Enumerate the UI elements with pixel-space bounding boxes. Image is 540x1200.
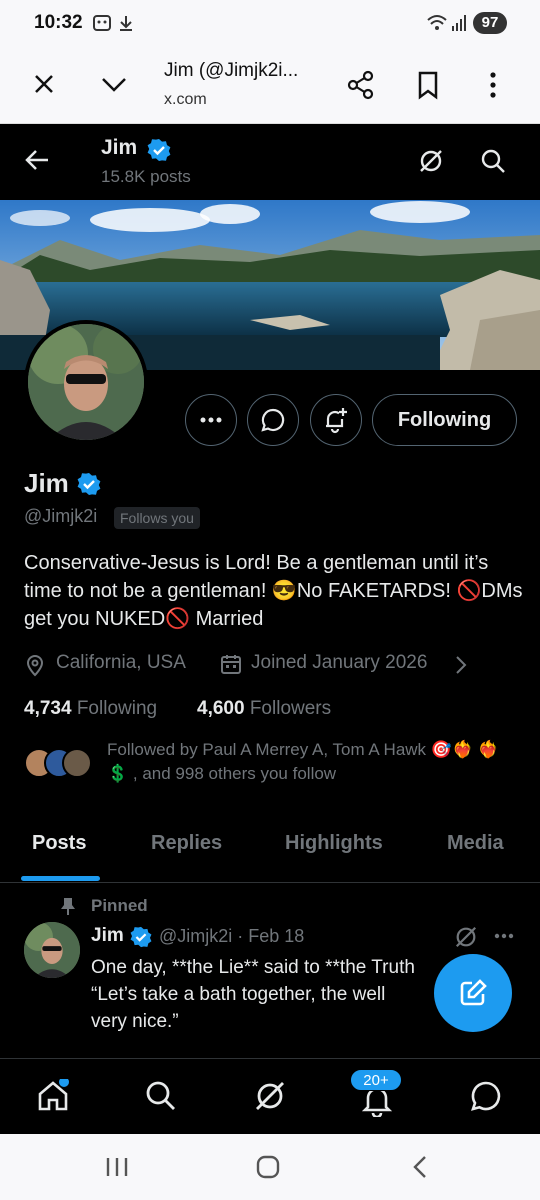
tab-replies[interactable]: Replies xyxy=(151,832,222,855)
notifications-toggle-button[interactable] xyxy=(310,394,362,446)
tab-highlights[interactable]: Highlights xyxy=(285,832,383,855)
following-count: 4,734 xyxy=(24,698,72,719)
compose-icon xyxy=(460,979,487,1006)
follows-you-badge: Follows you xyxy=(114,507,200,529)
more-options-button[interactable] xyxy=(185,394,237,446)
page-url[interactable]: x.com xyxy=(164,91,207,109)
screenshot-icon xyxy=(92,14,112,32)
followers-count: 4,600 xyxy=(197,698,245,719)
notification-count-badge: 20+ xyxy=(350,1069,402,1091)
header-name: Jim xyxy=(101,136,138,159)
follower-avatar xyxy=(62,748,92,778)
verified-badge-icon xyxy=(147,138,171,162)
grok-nav-icon[interactable] xyxy=(253,1079,287,1113)
close-icon[interactable] xyxy=(32,72,56,96)
following-count-link[interactable]: 4,734 Following xyxy=(24,698,157,720)
profile-header: Jim 15.8K posts xyxy=(0,124,540,200)
message-button[interactable] xyxy=(247,394,299,446)
bell-plus-icon xyxy=(326,408,347,434)
followers-count-link[interactable]: 4,600 Followers xyxy=(197,698,331,720)
active-tab-indicator xyxy=(21,876,100,881)
following-button[interactable]: Following xyxy=(372,394,517,446)
tab-posts[interactable]: Posts xyxy=(32,832,86,855)
pin-icon xyxy=(60,896,76,916)
search-icon[interactable] xyxy=(480,148,506,174)
share-icon[interactable] xyxy=(346,70,376,100)
location-pin-icon xyxy=(24,653,46,677)
back-arrow-icon[interactable] xyxy=(24,148,50,172)
page-title: Jim (@Jimjk2i... xyxy=(164,60,299,81)
status-bar: 10:32 97 xyxy=(0,0,540,46)
profile-handle: @Jimjk2i xyxy=(24,506,98,526)
grok-icon[interactable] xyxy=(418,148,444,174)
chat-bubble-icon xyxy=(261,408,285,432)
following-label: Following xyxy=(76,698,158,719)
post-author-avatar[interactable] xyxy=(24,922,80,978)
home-icon[interactable] xyxy=(36,1079,70,1113)
system-navigation-bar xyxy=(0,1134,540,1200)
post-author-name[interactable]: Jim xyxy=(91,925,124,947)
recent-apps-icon[interactable] xyxy=(104,1156,130,1178)
grok-icon[interactable] xyxy=(454,925,478,949)
post-text[interactable]: One day, **the Lie** said to **the Truth… xyxy=(91,954,481,1035)
followers-label: Followers xyxy=(249,698,332,719)
bookmark-icon[interactable] xyxy=(416,70,440,100)
verified-badge-icon xyxy=(130,926,152,948)
messages-icon[interactable] xyxy=(469,1079,503,1113)
header-post-count: 15.8K posts xyxy=(101,167,191,186)
back-button-icon[interactable] xyxy=(412,1155,428,1179)
signal-icon xyxy=(450,14,468,32)
status-time: 10:32 xyxy=(34,12,83,33)
compose-post-button[interactable] xyxy=(434,954,512,1032)
browser-toolbar: Jim (@Jimjk2i... x.com xyxy=(0,46,540,124)
calendar-icon xyxy=(220,653,242,675)
profile-location: California, USA xyxy=(56,652,186,673)
followed-by-text[interactable]: Followed by Paul A Merrey A, Tom A Hawk … xyxy=(107,738,517,786)
more-vert-icon[interactable] xyxy=(488,70,498,100)
post-meta: @Jimjk2i · Feb 18 xyxy=(159,926,305,946)
profile-name: Jim xyxy=(24,468,69,498)
battery-indicator: 97 xyxy=(473,12,507,34)
profile-avatar[interactable] xyxy=(24,320,148,444)
explore-search-icon[interactable] xyxy=(144,1079,176,1111)
profile-bio: Conservative-Jesus is Lord! Be a gentlem… xyxy=(24,552,523,630)
bottom-navigation: 20+ xyxy=(0,1058,540,1134)
home-button-icon[interactable] xyxy=(256,1155,280,1179)
verified-badge-icon xyxy=(77,472,101,496)
chevron-right-icon[interactable] xyxy=(455,655,467,675)
tab-media[interactable]: Media xyxy=(447,832,504,855)
post-more-icon[interactable] xyxy=(494,933,514,939)
tab-divider xyxy=(0,882,540,883)
download-icon xyxy=(118,14,134,32)
wifi-icon xyxy=(426,14,448,32)
chevron-down-icon[interactable] xyxy=(100,74,128,94)
pinned-label: Pinned xyxy=(91,896,148,915)
more-horizontal-icon xyxy=(200,417,222,423)
profile-joined: Joined January 2026 xyxy=(251,652,428,673)
